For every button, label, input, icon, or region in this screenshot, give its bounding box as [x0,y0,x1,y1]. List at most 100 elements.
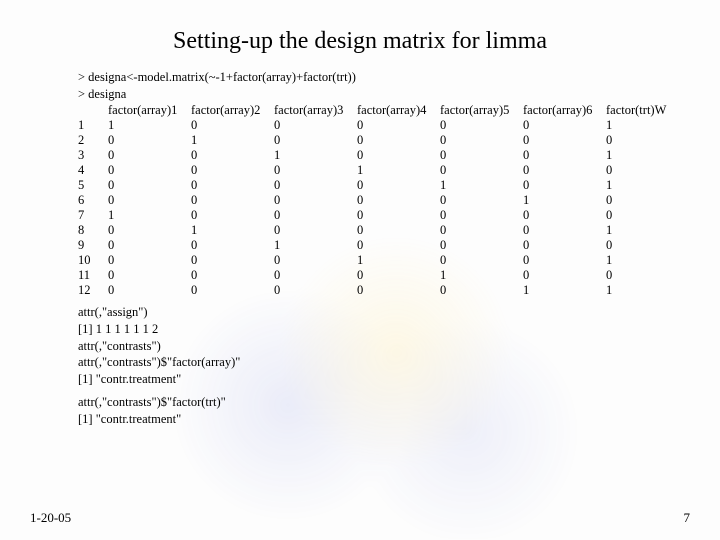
cell-value: 0 [440,193,523,208]
row-label: 4 [78,163,108,178]
cell-value: 0 [606,193,689,208]
cell-value: 0 [274,223,357,238]
cell-value: 0 [108,253,191,268]
cell-value: 0 [274,208,357,223]
cell-value: 0 [191,148,274,163]
cell-value: 1 [108,208,191,223]
table-row: 50000101 [78,178,689,193]
row-label: 10 [78,253,108,268]
cell-value: 0 [357,193,440,208]
row-label: 7 [78,208,108,223]
code-line: [1] "contr.treatment" [78,411,670,428]
table-row: 20100000 [78,133,689,148]
row-label: 2 [78,133,108,148]
cell-value: 0 [108,223,191,238]
cell-value: 1 [440,268,523,283]
table-row: 90010000 [78,238,689,253]
cell-value: 0 [357,283,440,298]
table-row: 71000000 [78,208,689,223]
table-row: 30010001 [78,148,689,163]
cell-value: 0 [274,268,357,283]
cell-value: 1 [523,283,606,298]
row-label: 6 [78,193,108,208]
cell-value: 0 [191,163,274,178]
cell-value: 0 [440,253,523,268]
cell-value: 0 [191,283,274,298]
cell-value: 0 [440,238,523,253]
cell-value: 0 [274,253,357,268]
code-line: attr(,"assign") [78,304,670,321]
row-label: 3 [78,148,108,163]
col-header: factor(array)5 [440,103,523,118]
cell-value: 0 [108,163,191,178]
cell-value: 0 [191,178,274,193]
cell-value: 0 [523,118,606,133]
cell-value: 0 [274,118,357,133]
cell-value: 0 [606,133,689,148]
cell-value: 1 [440,178,523,193]
cell-value: 1 [357,253,440,268]
cell-value: 0 [191,208,274,223]
cell-value: 1 [108,118,191,133]
cell-value: 0 [357,223,440,238]
cell-value: 0 [108,268,191,283]
page-title: Setting-up the design matrix for limma [50,28,670,55]
code-line: attr(,"contrasts") [78,338,670,355]
row-label: 1 [78,118,108,133]
col-header: factor(array)4 [357,103,440,118]
cell-value: 0 [440,148,523,163]
cell-value: 1 [357,163,440,178]
cell-value: 0 [523,133,606,148]
cell-value: 0 [440,283,523,298]
cell-value: 1 [274,148,357,163]
cell-value: 0 [274,283,357,298]
footer-date: 1-20-05 [30,510,71,526]
cell-value: 0 [274,193,357,208]
cell-value: 1 [523,193,606,208]
row-label: 8 [78,223,108,238]
table-row: 120000011 [78,283,689,298]
table-row: 11000001 [78,118,689,133]
table-header-row: factor(array)1 factor(array)2 factor(arr… [78,103,689,118]
cell-value: 0 [606,208,689,223]
cell-value: 0 [357,133,440,148]
cell-value: 0 [357,118,440,133]
attr-block-1: attr(,"assign") [1] 1 1 1 1 1 1 2 attr(,… [78,304,670,388]
cell-value: 0 [523,148,606,163]
row-label: 11 [78,268,108,283]
col-header: factor(array)1 [108,103,191,118]
design-matrix-table: factor(array)1 factor(array)2 factor(arr… [78,103,689,298]
cell-value: 0 [523,163,606,178]
cell-value: 0 [108,178,191,193]
table-row: 40001000 [78,163,689,178]
cell-value: 0 [523,238,606,253]
cell-value: 0 [108,193,191,208]
table-row: 80100001 [78,223,689,238]
code-line: [1] "contr.treatment" [78,371,670,388]
cell-value: 1 [191,133,274,148]
cell-value: 0 [523,253,606,268]
cell-value: 1 [606,283,689,298]
cell-value: 0 [606,268,689,283]
cell-value: 1 [606,223,689,238]
col-header: factor(trt)W [606,103,689,118]
cell-value: 0 [357,268,440,283]
cell-value: 0 [108,238,191,253]
cell-value: 0 [440,118,523,133]
cell-value: 0 [440,163,523,178]
row-label: 5 [78,178,108,193]
cell-value: 0 [440,133,523,148]
cell-value: 0 [523,223,606,238]
table-row: 110000100 [78,268,689,283]
cell-value: 1 [191,223,274,238]
cell-value: 0 [606,238,689,253]
cell-value: 0 [274,178,357,193]
cell-value: 0 [440,208,523,223]
code-line: attr(,"contrasts")$"factor(trt)" [78,394,670,411]
cell-value: 0 [357,178,440,193]
cell-value: 1 [606,178,689,193]
cell-value: 0 [191,118,274,133]
row-label: 9 [78,238,108,253]
col-header: factor(array)3 [274,103,357,118]
cell-value: 0 [108,283,191,298]
